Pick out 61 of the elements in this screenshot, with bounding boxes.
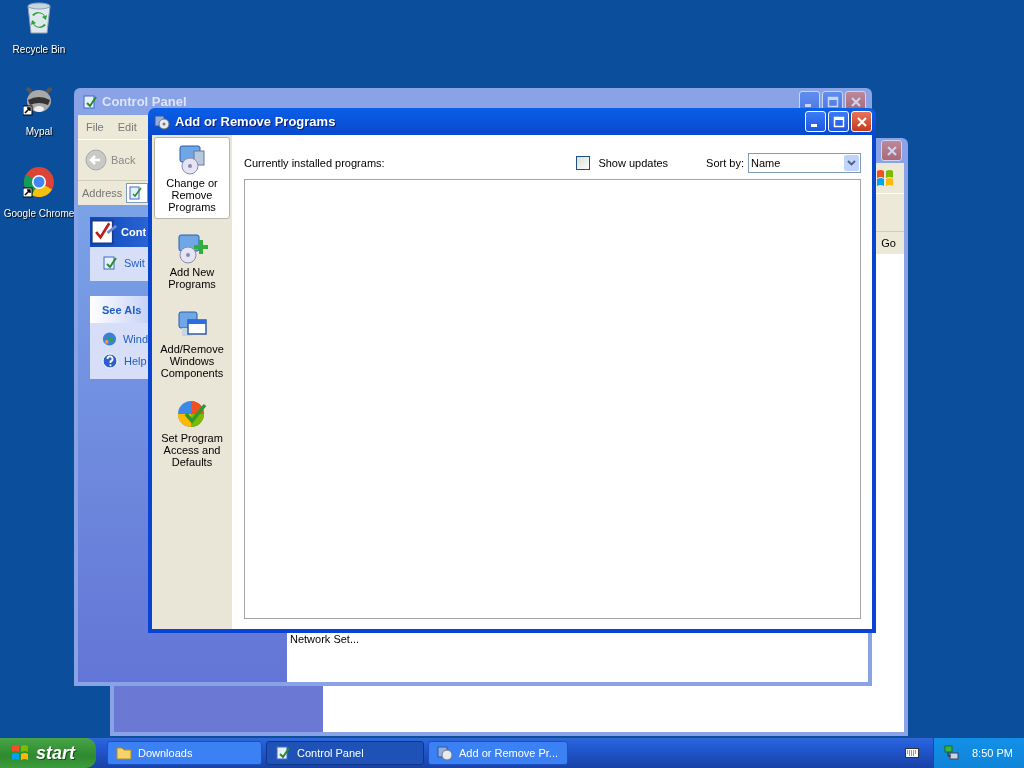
checkbox[interactable] — [576, 156, 591, 170]
monitor-plus-icon — [176, 232, 208, 264]
sort-dropdown[interactable]: Name — [748, 153, 861, 173]
taskbar-button[interactable]: Downloads — [107, 741, 262, 765]
windows-flag-icon — [10, 744, 30, 762]
help-icon — [102, 353, 118, 369]
maximize-button[interactable] — [828, 111, 849, 132]
menu-item[interactable]: Edit — [117, 121, 137, 133]
see-also-header[interactable]: See Als — [90, 296, 148, 323]
desktop-icon-label[interactable]: Mypal — [25, 126, 53, 137]
sort-label: Sort by: — [706, 157, 744, 169]
globe-check-icon — [176, 398, 208, 430]
close-icon — [885, 144, 898, 157]
globe-icon — [102, 331, 117, 347]
address-label: Address — [82, 187, 123, 199]
go-button[interactable]: Go — [877, 237, 900, 249]
programs-icon — [437, 745, 453, 761]
start-button[interactable]: start — [0, 738, 96, 768]
control-panel-icon — [275, 745, 291, 761]
sidebar-item[interactable]: Set Program Access and Defaults — [154, 392, 230, 474]
task-pane-header[interactable]: Cont — [121, 226, 147, 238]
checklist-icon — [90, 218, 118, 246]
close-button[interactable] — [851, 111, 872, 132]
task-link[interactable]: Swit — [124, 257, 145, 269]
folder-icon — [116, 746, 132, 760]
clock[interactable]: 8:50 PM — [972, 747, 1013, 759]
taskbar-button[interactable]: Add or Remove Pr... — [428, 741, 568, 765]
control-panel-icon — [82, 93, 98, 110]
recycle-bin-icon[interactable] — [24, 2, 54, 34]
taskbar-button[interactable]: Control Panel — [266, 741, 424, 765]
menu-item[interactable]: File — [86, 121, 104, 133]
close-icon — [855, 115, 868, 128]
tricolor-circle-icon[interactable] — [23, 166, 55, 198]
minimize-button[interactable] — [805, 111, 826, 132]
sidebar-item[interactable]: Add New Programs — [154, 226, 230, 296]
see-also-link[interactable]: Help — [124, 355, 147, 367]
maximize-icon — [826, 95, 839, 108]
keyboard-icon[interactable] — [905, 748, 919, 758]
sidebar-item[interactable]: Add/Remove Windows Components — [154, 303, 230, 385]
window-title: Add or Remove Programs — [175, 114, 336, 129]
animal-head-icon[interactable] — [23, 84, 55, 116]
network-icon[interactable] — [944, 745, 960, 761]
desktop-icon-label[interactable]: Google Chrome — [3, 208, 75, 219]
see-also-link[interactable]: Wind — [122, 333, 148, 345]
sidebar-item[interactable]: Change or Remove Programs — [154, 137, 230, 219]
monitor-cd-icon — [176, 143, 208, 175]
window-title: Control Panel — [102, 94, 187, 109]
maximize-icon — [832, 115, 845, 128]
control-panel-icon — [129, 186, 144, 200]
close-icon — [849, 95, 862, 108]
windows-flag-icon — [875, 168, 895, 188]
close-button[interactable] — [881, 140, 902, 161]
address-field[interactable] — [126, 183, 149, 203]
minimize-icon — [810, 124, 817, 127]
control-panel-item[interactable]: Network Set... — [290, 633, 360, 645]
minimize-icon — [804, 104, 811, 107]
checkbox-label[interactable]: Show updates — [598, 157, 669, 169]
desktop-icon-label[interactable]: Recycle Bin — [12, 44, 66, 55]
programs-icon — [154, 113, 170, 130]
panel-icon — [102, 255, 118, 271]
installed-programs-label: Currently installed programs: — [244, 157, 385, 169]
